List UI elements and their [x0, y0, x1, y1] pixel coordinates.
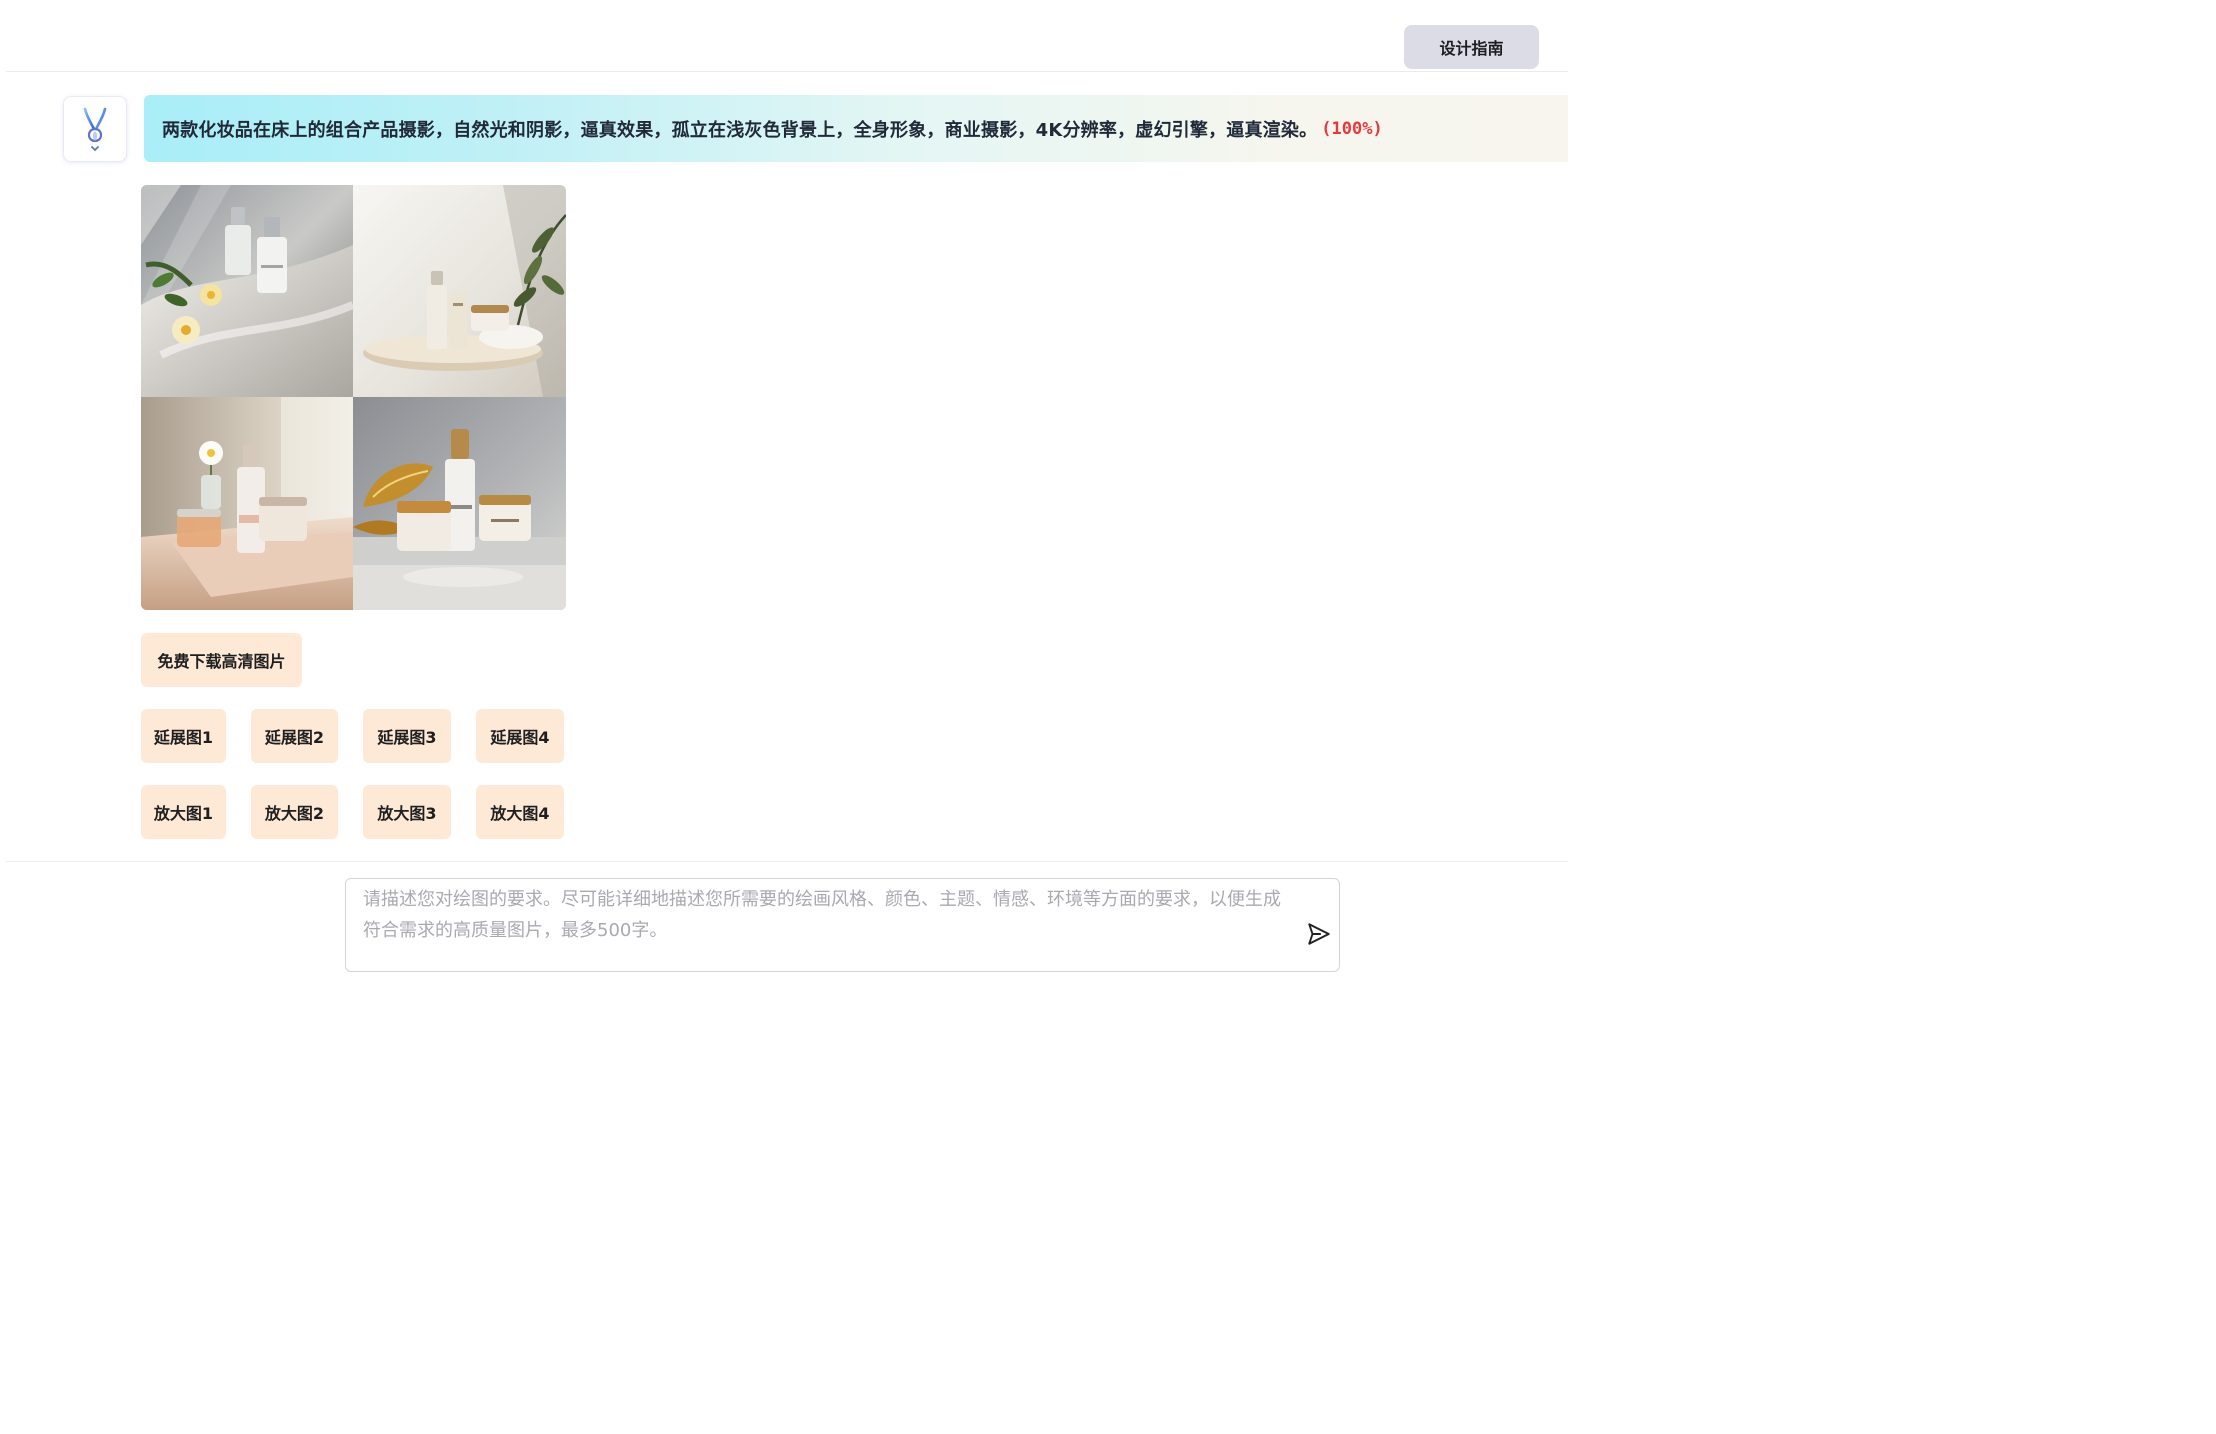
generated-image-grid [141, 185, 566, 610]
top-header: 设计指南 [6, 0, 1568, 72]
generated-image-4[interactable] [353, 397, 566, 610]
generated-image-2[interactable] [353, 185, 566, 397]
generated-image-1[interactable] [141, 185, 353, 397]
generated-image-3[interactable] [141, 397, 353, 610]
download-hd-button[interactable]: 免费下载高清图片 [141, 633, 302, 687]
prompt-composer [345, 878, 1340, 972]
prompt-input[interactable] [363, 884, 1293, 964]
prompt-bubble: 两款化妆品在床上的组合产品摄影，自然光和阴影，逼真效果，孤立在浅灰色背景上，全身… [144, 95, 1568, 162]
upscale-image-2-button[interactable]: 放大图2 [251, 785, 338, 839]
upscale-image-3-button[interactable]: 放大图3 [363, 785, 451, 839]
upscale-image-1-button[interactable]: 放大图1 [141, 785, 226, 839]
assistant-avatar [63, 96, 127, 162]
design-guide-button[interactable]: 设计指南 [1404, 25, 1539, 69]
extend-image-4-button[interactable]: 延展图4 [476, 709, 564, 763]
send-icon [1308, 923, 1330, 945]
rabbit-logo-icon [83, 107, 107, 152]
send-button[interactable] [1304, 919, 1334, 949]
prompt-text: 两款化妆品在床上的组合产品摄影，自然光和阴影，逼真效果，孤立在浅灰色背景上，全身… [162, 119, 1318, 141]
page: 设计指南 两款化妆品在床上的组合产品摄影，自然光和阴影，逼真效果，孤立在浅灰色背… [0, 0, 1568, 1014]
extend-image-3-button[interactable]: 延展图3 [363, 709, 451, 763]
extend-image-1-button[interactable]: 延展图1 [141, 709, 226, 763]
composer-divider [6, 861, 1568, 862]
upscale-image-4-button[interactable]: 放大图4 [476, 785, 564, 839]
extend-image-2-button[interactable]: 延展图2 [251, 709, 338, 763]
progress-indicator: (100%) [1321, 118, 1383, 139]
